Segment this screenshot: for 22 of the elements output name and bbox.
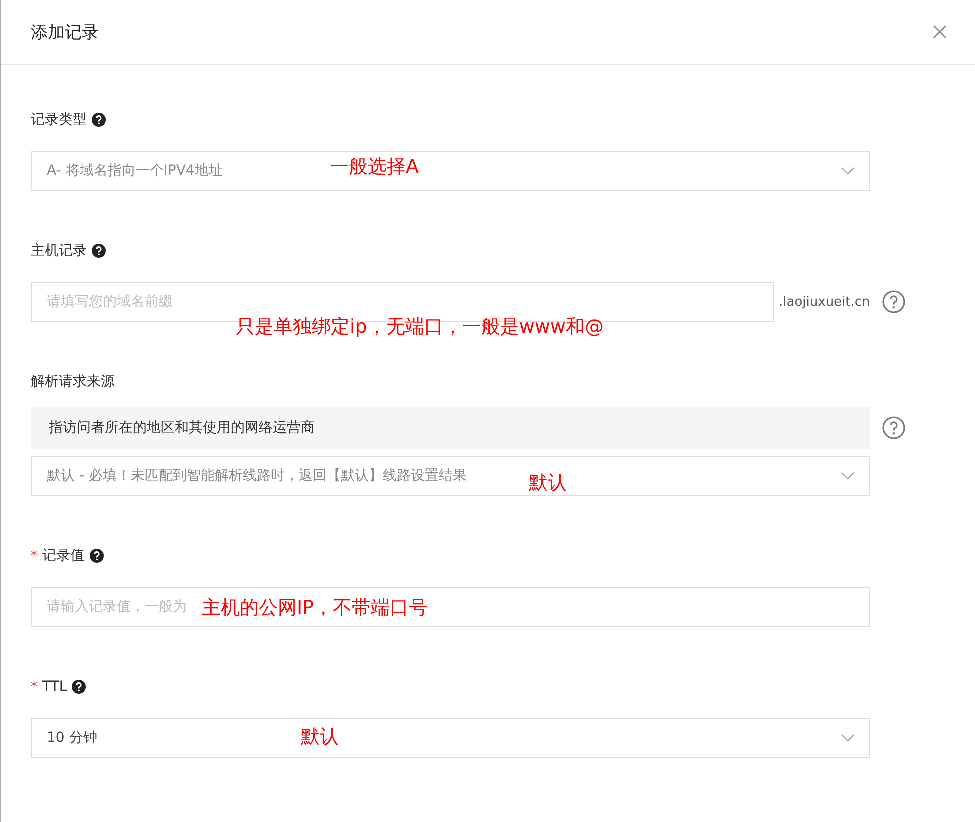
annotation-text: 主机的公网IP，不带端口号 [202,596,428,621]
field-label: 解析请求来源 [31,373,115,391]
required-mark: * [31,548,38,564]
help-icon[interactable] [72,680,86,694]
close-icon[interactable] [931,23,949,41]
help-icon[interactable] [92,113,106,127]
domain-suffix: .laojiuxueit.cn [779,294,870,310]
field-label: 记录类型 [31,111,87,129]
caret-icon [841,734,855,742]
info-text: 指访问者所在的地区和其使用的网络运营商 [31,407,870,449]
caret-icon [841,167,855,175]
field-label: 主机记录 [31,242,87,260]
annotation-text: 默认 [301,725,339,750]
required-mark: * [31,680,38,694]
annotation-text: 默认 [529,471,567,496]
dialog-title: 添加记录 [31,22,99,44]
help-icon[interactable] [90,549,104,563]
field-label: 记录值 [42,547,84,565]
field-label: TTL [42,679,68,695]
caret-icon [841,472,855,480]
help-icon[interactable] [92,244,106,258]
annotation-text: 一般选择A [330,155,419,180]
